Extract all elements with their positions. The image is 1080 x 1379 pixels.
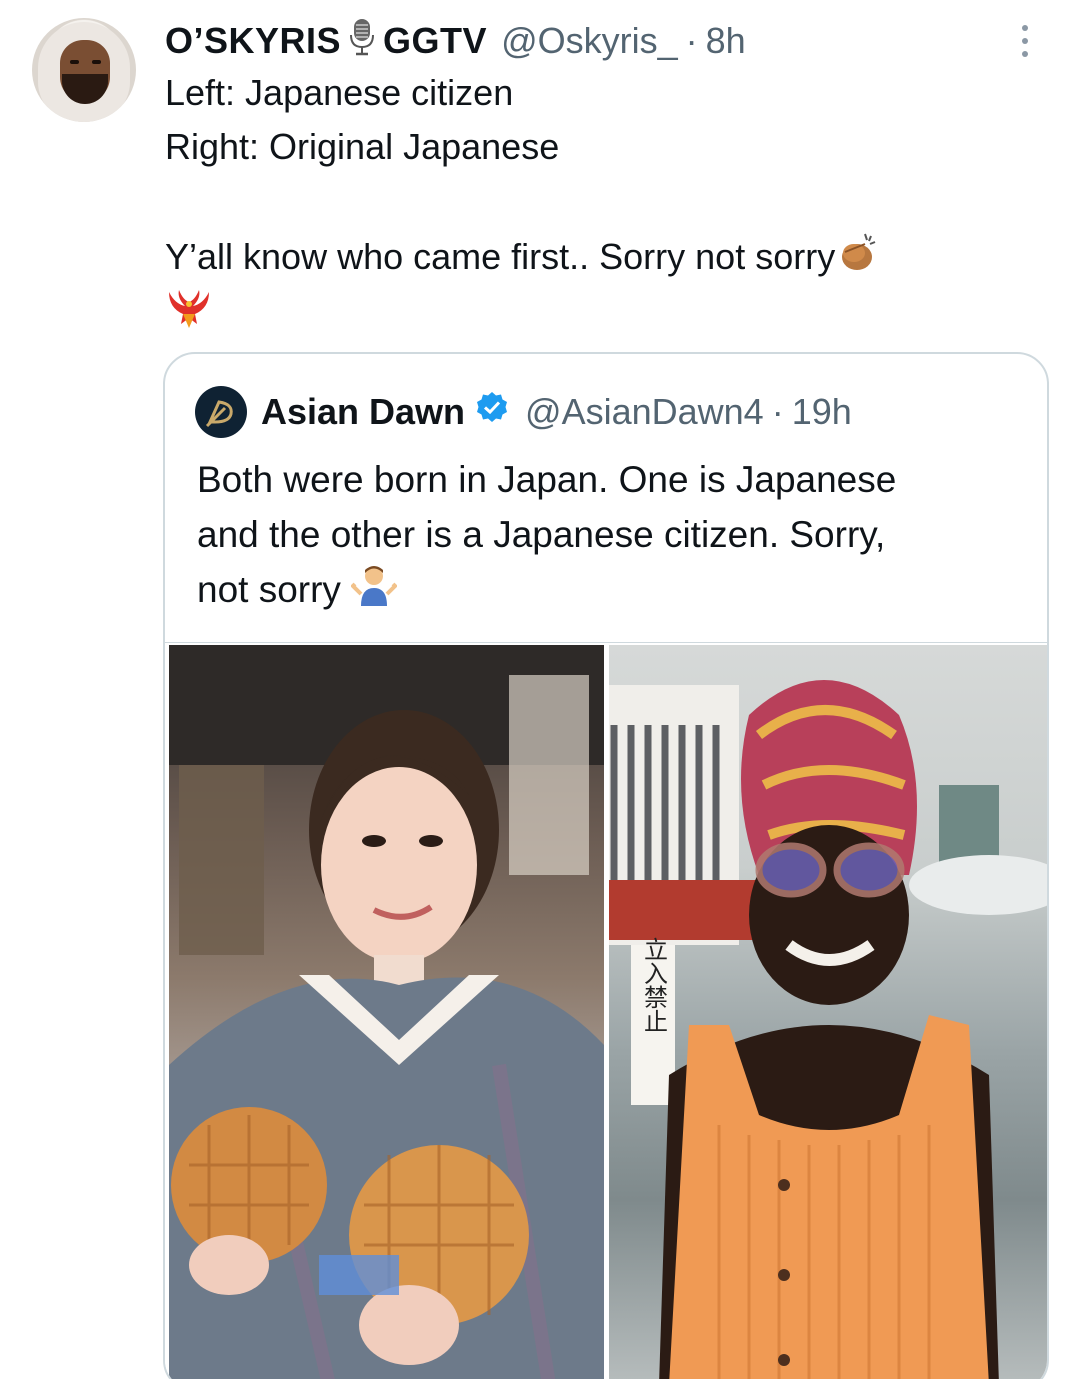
more-options-icon[interactable] xyxy=(1010,16,1040,66)
handle[interactable]: @Oskyris_ xyxy=(501,20,678,62)
quoted-text-line-with-emoji: not sorry xyxy=(197,562,1027,621)
tweet-text-line: Left: Japanese citizen xyxy=(165,72,514,113)
tweet-text-line: Right: Original Japanese xyxy=(165,126,560,167)
quoted-handle[interactable]: @AsianDawn4 xyxy=(525,391,764,433)
photo-right[interactable]: 立入禁止 xyxy=(609,645,1047,1379)
quoted-display-name[interactable]: Asian Dawn xyxy=(261,391,465,433)
sign-text: 立入禁止 xyxy=(640,937,668,1033)
display-name[interactable]: O’SKYRIS xyxy=(165,20,341,62)
tweet-text-line: Y’all know who came first.. Sorry not so… xyxy=(165,236,836,278)
photo-left[interactable] xyxy=(169,645,604,1379)
quoted-text-line: and the other is a Japanese citizen. Sor… xyxy=(197,514,886,555)
avatar[interactable] xyxy=(32,18,136,122)
tweet-text: Left: Japanese citizen Right: Original J… xyxy=(165,66,1035,338)
avatar-eye xyxy=(70,60,79,64)
quoted-tweet-text: Both were born in Japan. One is Japanese… xyxy=(197,452,1027,621)
phoenix-emoji xyxy=(165,284,213,347)
person-shrugging-emoji xyxy=(350,564,399,621)
tweet-emoji-line xyxy=(165,284,1035,338)
quoted-text-line: not sorry xyxy=(197,569,341,610)
avatar-eye xyxy=(92,60,101,64)
separator-dot: · xyxy=(771,391,784,432)
verified-badge-icon xyxy=(475,391,509,434)
tweet-header: O’SKYRIS GGTV @Oskyris_ · 8h xyxy=(165,14,746,68)
quoted-text-line: Both were born in Japan. One is Japanese xyxy=(197,459,897,500)
asian-dawn-logo-icon[interactable] xyxy=(195,386,247,438)
separator-dot: · xyxy=(685,20,698,61)
media-grid: 立入禁止 xyxy=(165,642,1047,1379)
quoted-tweet-header: Asian Dawn @AsianDawn4 · 19h xyxy=(195,382,852,442)
microphone-icon xyxy=(347,17,377,66)
tweet-text-line-with-emoji: Y’all know who came first.. Sorry not so… xyxy=(165,230,1035,284)
quoted-timestamp[interactable]: 19h xyxy=(792,391,852,433)
clapping-hands-emoji xyxy=(835,230,879,289)
quoted-tweet[interactable]: Asian Dawn @AsianDawn4 · 19h Both were b… xyxy=(163,352,1049,1379)
tweet[interactable]: O’SKYRIS GGTV @Oskyris_ · 8h Left: Japan… xyxy=(0,0,1080,1379)
display-name-suffix[interactable]: GGTV xyxy=(383,20,487,62)
timestamp[interactable]: 8h xyxy=(706,20,746,62)
